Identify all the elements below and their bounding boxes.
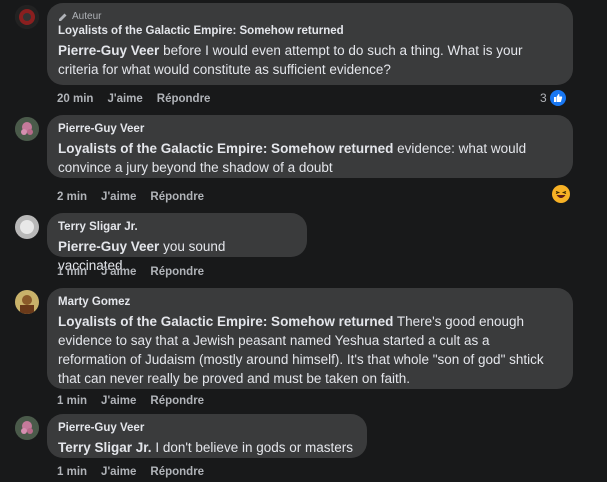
avatar[interactable] bbox=[15, 416, 39, 440]
comment-text: Terry Sligar Jr. I don't believe in gods… bbox=[58, 438, 355, 457]
comment-author[interactable]: Loyalists of the Galactic Empire: Someho… bbox=[58, 24, 561, 39]
like-link[interactable]: J'aime bbox=[107, 93, 142, 105]
avatar-image-icon bbox=[15, 5, 39, 29]
like-link[interactable]: J'aime bbox=[101, 466, 136, 478]
comment-actions: 2 min J'aime Répondre bbox=[57, 191, 218, 203]
comment-actions: 1 min J'aime Répondre bbox=[57, 466, 218, 478]
pencil-icon bbox=[59, 13, 67, 21]
reaction-summary[interactable] bbox=[552, 185, 570, 203]
avatar-image-icon bbox=[15, 215, 39, 239]
mention-link[interactable]: Pierre-Guy Veer bbox=[58, 43, 159, 58]
avatar-image-icon bbox=[15, 290, 39, 314]
author-badge-label: Auteur bbox=[72, 11, 102, 22]
comment-actions: 20 min J'aime Répondre bbox=[57, 93, 224, 105]
comment-author[interactable]: Terry Sligar Jr. bbox=[58, 220, 295, 235]
comment-time[interactable]: 1 min bbox=[57, 266, 87, 278]
comment-bubble: Pierre-Guy Veer Terry Sligar Jr. I don't… bbox=[47, 414, 367, 458]
mention-link[interactable]: Loyalists of the Galactic Empire: Someho… bbox=[58, 141, 393, 156]
comment-author[interactable]: Pierre-Guy Veer bbox=[58, 122, 561, 137]
comment-bubble: Terry Sligar Jr. Pierre-Guy Veer you sou… bbox=[47, 213, 307, 273]
reaction-count: 3 bbox=[540, 91, 547, 105]
mention-link[interactable]: Pierre-Guy Veer bbox=[58, 239, 159, 254]
comment-actions: 1 min J'aime Répondre bbox=[57, 395, 218, 407]
avatar[interactable] bbox=[15, 5, 39, 29]
author-badge: Auteur bbox=[58, 10, 561, 24]
comment-bubble: Marty Gomez Loyalists of the Galactic Em… bbox=[47, 288, 573, 389]
avatar-image-icon bbox=[15, 117, 39, 141]
thumbs-up-icon bbox=[549, 90, 566, 106]
reaction-summary[interactable]: 3 bbox=[540, 90, 566, 106]
comment-body: I don't believe in gods or masters bbox=[151, 440, 353, 455]
avatar[interactable] bbox=[15, 117, 39, 141]
comment-time[interactable]: 1 min bbox=[57, 466, 87, 478]
comment-text: Loyalists of the Galactic Empire: Someho… bbox=[58, 312, 561, 388]
like-link[interactable]: J'aime bbox=[101, 266, 136, 278]
reply-link[interactable]: Répondre bbox=[150, 395, 204, 407]
like-link[interactable]: J'aime bbox=[101, 191, 136, 203]
comment-text: Pierre-Guy Veer before I would even atte… bbox=[58, 41, 561, 79]
reply-link[interactable]: Répondre bbox=[150, 191, 204, 203]
comment-actions: 1 min J'aime Répondre bbox=[57, 266, 218, 278]
comment-time[interactable]: 2 min bbox=[57, 191, 87, 203]
mention-link[interactable]: Loyalists of the Galactic Empire: Someho… bbox=[58, 314, 393, 329]
comment-author[interactable]: Marty Gomez bbox=[58, 295, 561, 310]
comment-text: Loyalists of the Galactic Empire: Someho… bbox=[58, 139, 561, 177]
like-link[interactable]: J'aime bbox=[101, 395, 136, 407]
reply-link[interactable]: Répondre bbox=[150, 466, 204, 478]
reply-link[interactable]: Répondre bbox=[157, 93, 211, 105]
comment-bubble: Auteur Loyalists of the Galactic Empire:… bbox=[47, 3, 573, 85]
comment-time[interactable]: 1 min bbox=[57, 395, 87, 407]
avatar[interactable] bbox=[15, 290, 39, 314]
mention-link[interactable]: Terry Sligar Jr. bbox=[58, 440, 152, 455]
avatar-image-icon bbox=[15, 416, 39, 440]
comment-bubble: Pierre-Guy Veer Loyalists of the Galacti… bbox=[47, 115, 573, 178]
comment-author[interactable]: Pierre-Guy Veer bbox=[58, 421, 355, 436]
reply-link[interactable]: Répondre bbox=[150, 266, 204, 278]
avatar[interactable] bbox=[15, 215, 39, 239]
comment-time[interactable]: 20 min bbox=[57, 93, 93, 105]
haha-icon bbox=[552, 185, 570, 203]
